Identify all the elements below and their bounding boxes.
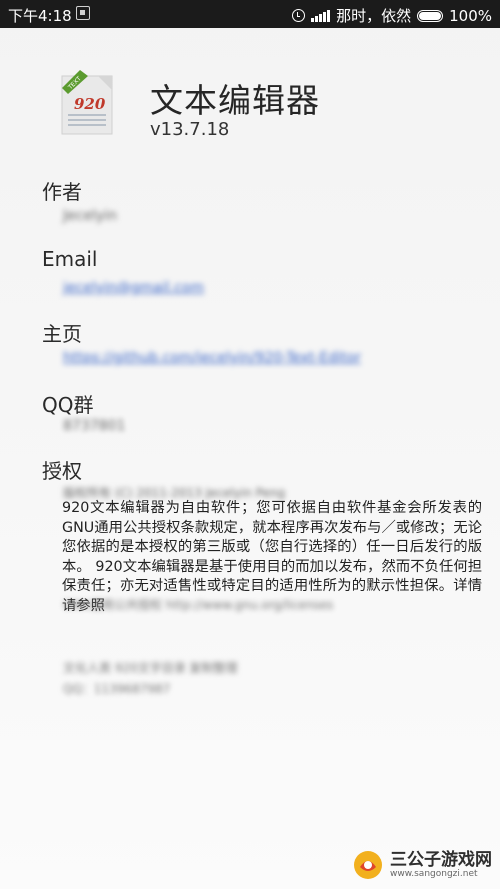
watermark-logo-icon — [354, 851, 382, 879]
status-right: 那时，依然 100% — [292, 5, 492, 26]
qq-group-label: QQ群 — [42, 393, 94, 417]
app-version: v13.7.18 — [150, 119, 230, 140]
watermark: 三公子游戏网 www.sangongzi.net — [352, 849, 492, 881]
license-signature-line2: QQ：1139687987 — [63, 682, 171, 696]
email-link[interactable]: jecelyin@gmail.com — [63, 280, 204, 296]
watermark-url: www.sangongzi.net — [390, 868, 478, 879]
alarm-icon — [292, 9, 306, 22]
battery-icon — [417, 9, 444, 22]
watermark-name: 三公子游戏网 — [390, 849, 492, 870]
status-carrier: 那时，依然 — [336, 7, 412, 25]
license-label: 授权 — [42, 459, 82, 483]
license-signature-line1: 文化人类 920文字目录 复制整理 — [63, 661, 238, 675]
author-label: 作者 — [42, 180, 82, 204]
app-logo-icon: TEXT 920 — [61, 70, 113, 135]
logo-number: 920 — [74, 95, 106, 113]
homepage-link[interactable]: https://github.com/jecelyin/920-Text-Edi… — [63, 350, 361, 366]
qq-group-value: 8737801 — [63, 418, 126, 434]
status-bar: 下午4:18 那时，依然 100% — [0, 0, 500, 28]
watermark-text: 三公子游戏网 www.sangongzi.net — [390, 851, 492, 880]
homepage-label: 主页 — [42, 322, 82, 346]
license-reference: GNU通用公共授权 http://www.gnu.org/licenses — [63, 598, 334, 612]
status-battery: 100% — [449, 6, 492, 25]
email-label: Email — [42, 247, 98, 271]
author-value: Jecelyin — [63, 208, 117, 224]
status-time: 下午4:18 — [8, 7, 72, 25]
signal-icon — [311, 9, 331, 22]
notification-icon — [76, 6, 90, 20]
app-name: 文本编辑器 — [150, 81, 320, 120]
